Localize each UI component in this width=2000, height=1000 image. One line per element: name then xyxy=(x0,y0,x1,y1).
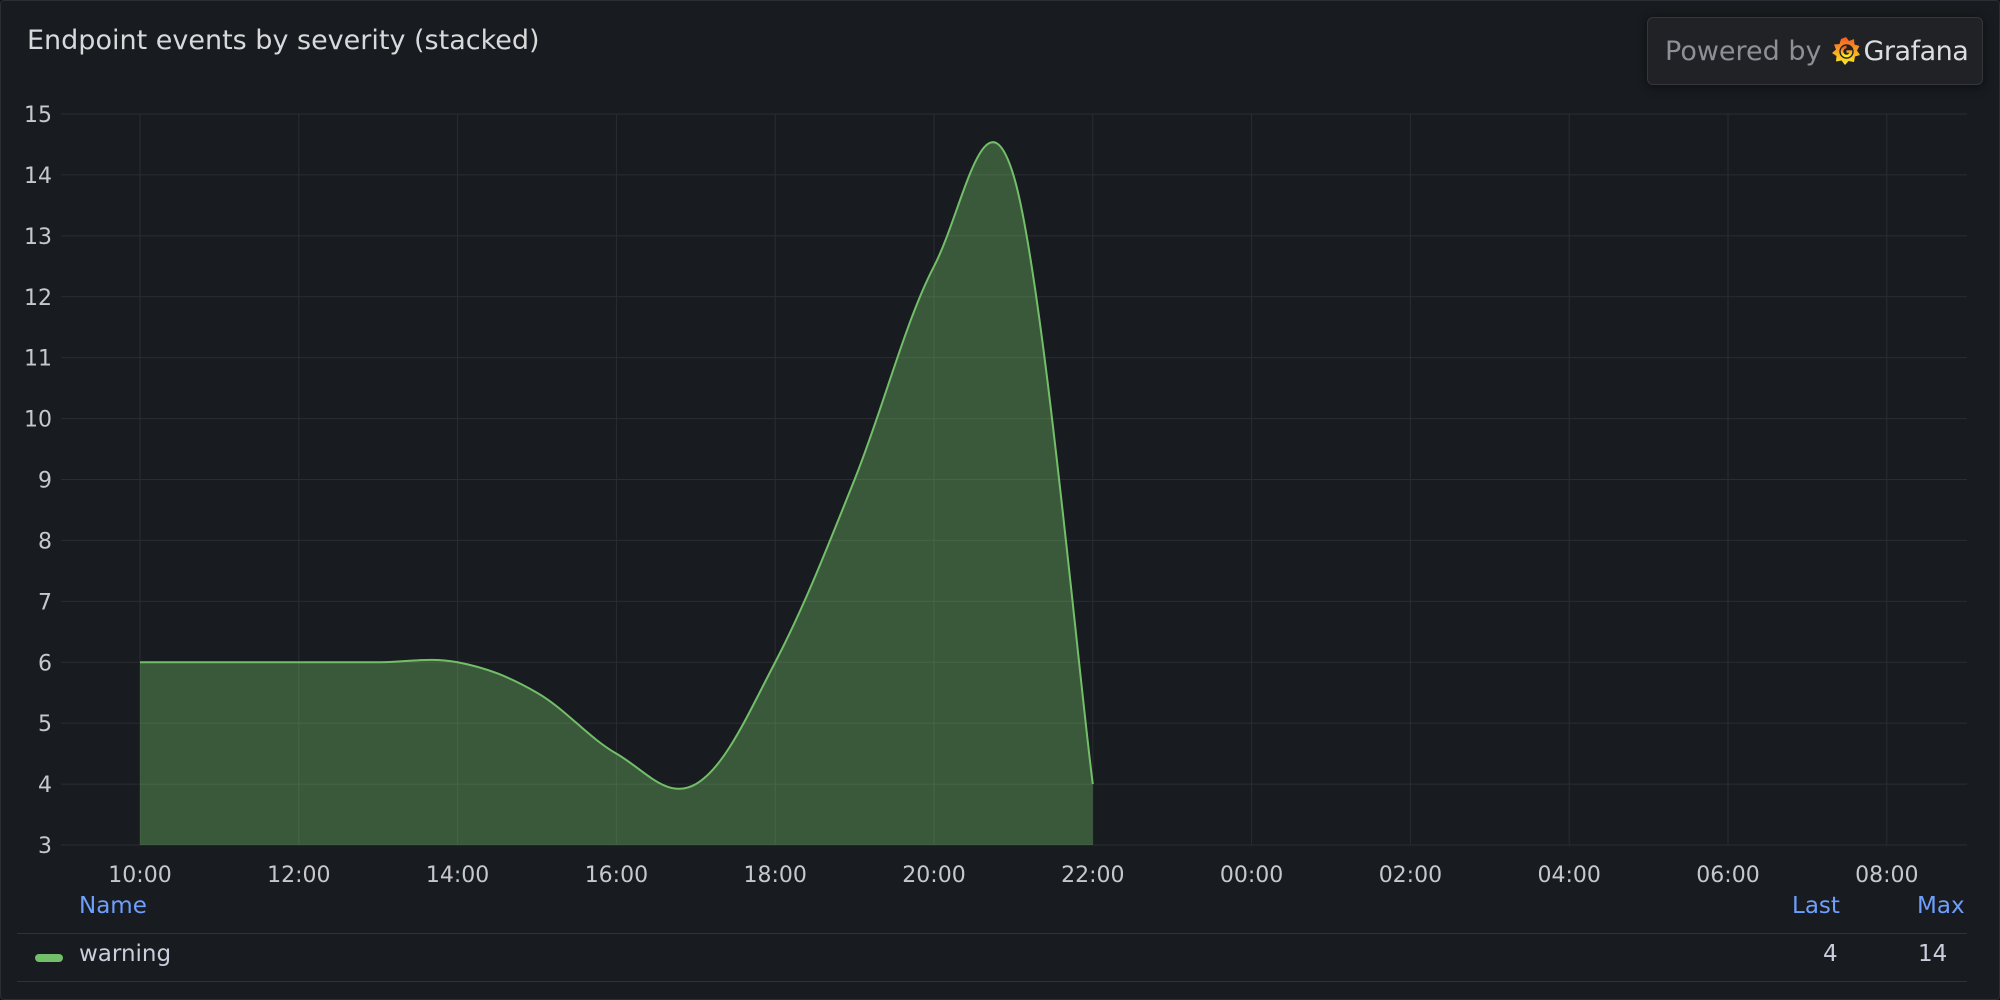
legend-header-max[interactable]: Max xyxy=(1917,893,1965,919)
time-series-chart[interactable]: 3 4 5 6 7 8 9 10 11 12 13 14 15 10:00 12:00 14:00 16:00 1… xyxy=(1,1,1999,999)
y-tick-label: 9 xyxy=(38,469,52,494)
x-tick-label: 00:00 xyxy=(1220,863,1283,888)
y-tick-label: 15 xyxy=(24,103,52,128)
x-tick-label: 06:00 xyxy=(1696,863,1759,888)
y-tick-label: 6 xyxy=(38,651,52,676)
legend-header-name[interactable]: Name xyxy=(79,893,147,919)
legend-series-max: 14 xyxy=(1918,941,1948,967)
legend-series-name[interactable]: warning xyxy=(79,941,171,967)
legend-divider xyxy=(17,933,1967,934)
x-tick-label: 14:00 xyxy=(426,863,489,888)
x-tick-label: 20:00 xyxy=(902,863,965,888)
x-tick-label: 22:00 xyxy=(1061,863,1124,888)
x-tick-label: 10:00 xyxy=(108,863,171,888)
x-tick-label: 12:00 xyxy=(267,863,330,888)
y-tick-label: 14 xyxy=(24,164,52,189)
x-tick-label: 18:00 xyxy=(743,863,806,888)
y-tick-label: 13 xyxy=(24,225,52,250)
y-tick-label: 5 xyxy=(38,712,52,737)
x-tick-label: 08:00 xyxy=(1855,863,1918,888)
y-tick-label: 3 xyxy=(38,834,52,859)
x-tick-label: 04:00 xyxy=(1537,863,1600,888)
y-tick-label: 7 xyxy=(38,590,52,615)
y-tick-label: 10 xyxy=(24,408,52,433)
legend-series-last: 4 xyxy=(1823,941,1838,967)
legend-header-last[interactable]: Last xyxy=(1792,893,1840,919)
x-tick-label: 16:00 xyxy=(585,863,648,888)
legend-series-swatch[interactable] xyxy=(35,954,63,962)
y-tick-label: 12 xyxy=(24,286,52,311)
y-tick-label: 11 xyxy=(24,347,52,372)
y-tick-label: 8 xyxy=(38,529,52,554)
y-tick-label: 4 xyxy=(38,773,52,798)
legend-bottom-divider xyxy=(17,981,1967,982)
x-tick-label: 02:00 xyxy=(1379,863,1442,888)
chart-panel: Endpoint events by severity (stacked) Po… xyxy=(0,0,2000,1000)
